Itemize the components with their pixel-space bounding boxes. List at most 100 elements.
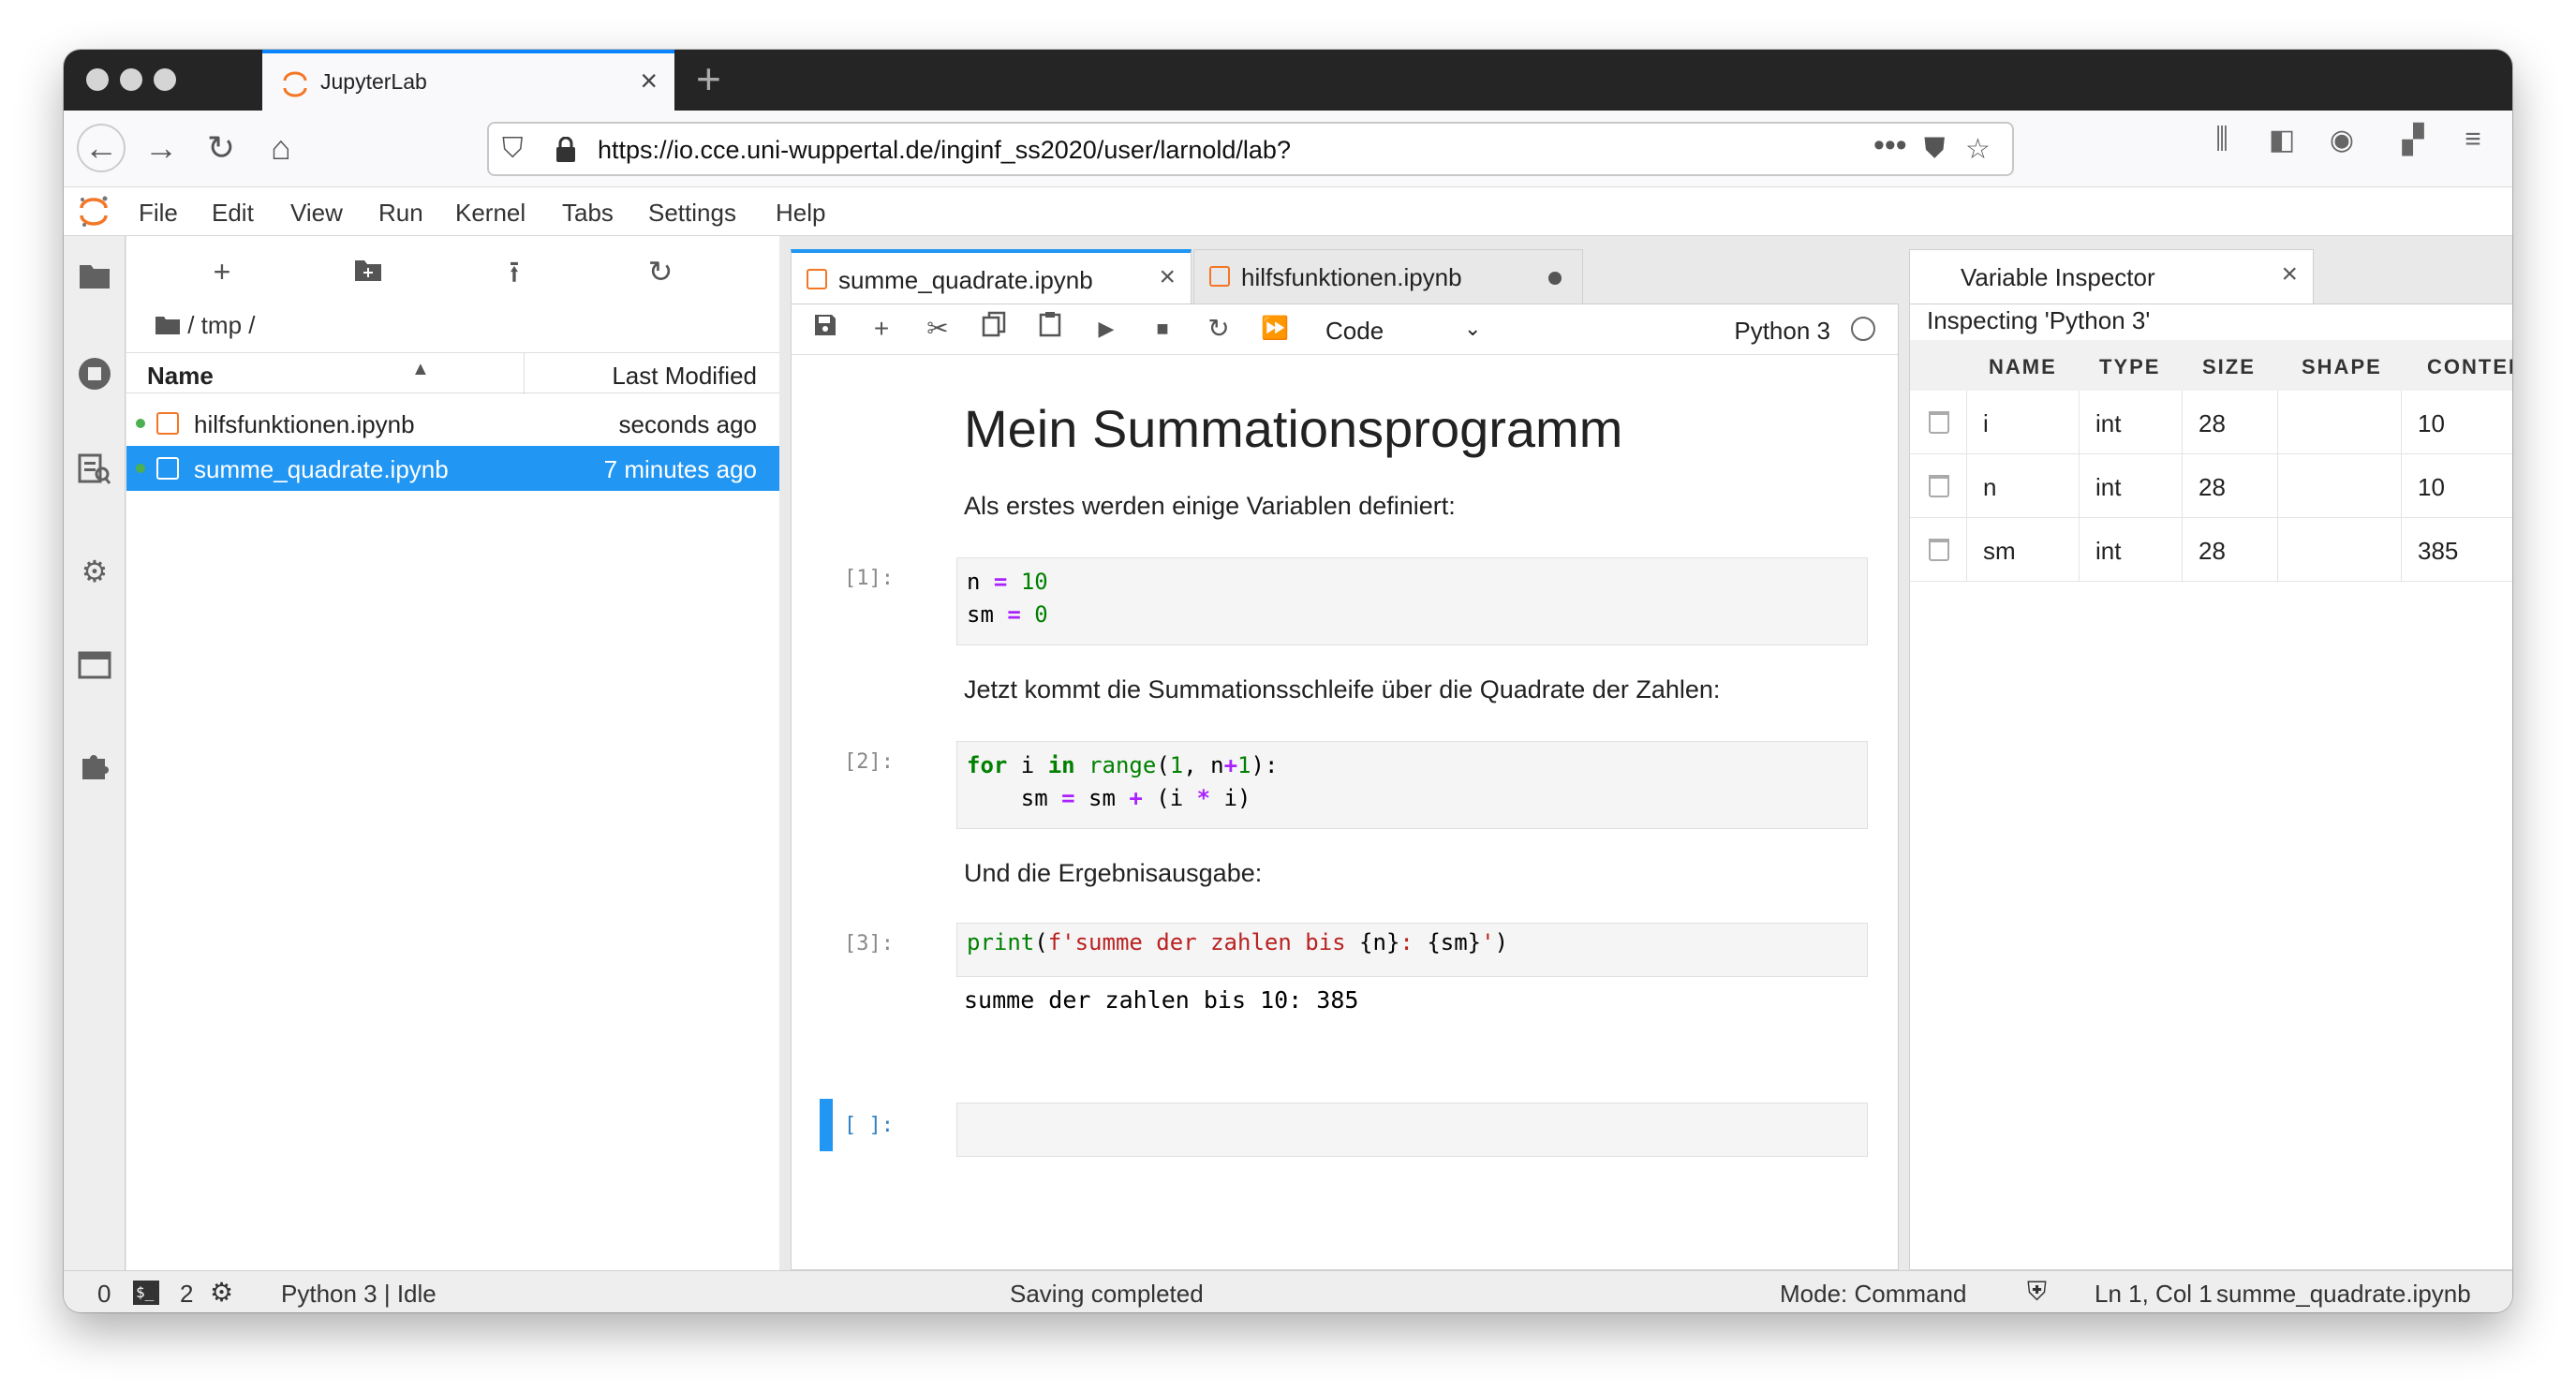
column-name[interactable]: Name bbox=[147, 362, 214, 391]
terminal-icon[interactable]: $_ bbox=[133, 1281, 159, 1305]
notebook-area: summe_quadrate.ipynb × hilfsfunktionen.i… bbox=[791, 236, 1899, 1270]
table-row[interactable]: sm int 28 385 bbox=[1910, 518, 2512, 582]
code-cell-3[interactable]: print(f'summe der zahlen bis {n}: {sm}') bbox=[956, 923, 1868, 977]
new-launcher-plus-icon[interactable]: + bbox=[201, 251, 243, 292]
cut-scissors-icon[interactable]: ✂ bbox=[919, 310, 956, 348]
code-cell-1[interactable]: n = 10 sm = 0 bbox=[956, 557, 1868, 645]
mode-indicator[interactable]: Mode: Command bbox=[1780, 1280, 1966, 1309]
input-prompt: [1]: bbox=[844, 567, 894, 590]
delete-trash-icon[interactable] bbox=[1929, 539, 1949, 561]
browser-window: JupyterLab × + ← → ↻ ⌂ ⛉ https://io.cce.… bbox=[64, 50, 2512, 1312]
breadcrumb[interactable]: / tmp / bbox=[155, 311, 255, 340]
menu-kernel[interactable]: Kernel bbox=[455, 199, 526, 228]
menu-settings[interactable]: Settings bbox=[648, 199, 736, 228]
cursor-position[interactable]: Ln 1, Col 1 bbox=[2095, 1280, 2213, 1309]
markdown-cell[interactable]: Und die Ergebnisausgabe: bbox=[964, 859, 1262, 888]
tab-variable-inspector[interactable]: Variable Inspector × bbox=[1909, 249, 2314, 304]
running-kernels-icon[interactable] bbox=[76, 356, 113, 393]
shield-icon[interactable]: ⛉ bbox=[502, 133, 524, 165]
fast-forward-icon[interactable]: ⏩ bbox=[1256, 310, 1294, 348]
inspector-subtitle: Inspecting 'Python 3' bbox=[1927, 306, 2151, 334]
extension-puzzle-icon[interactable] bbox=[76, 749, 113, 787]
trusted-shield-icon[interactable]: ⛨ bbox=[2027, 1277, 2047, 1308]
sidebar-icon[interactable]: ◧ bbox=[2261, 124, 2302, 156]
menu-edit[interactable]: Edit bbox=[212, 199, 254, 228]
extensions-icon[interactable]: ▞ bbox=[2392, 124, 2434, 156]
input-prompt: [2]: bbox=[844, 750, 894, 774]
jupyter-menu-bar: File Edit View Run Kernel Tabs Settings … bbox=[64, 187, 2512, 236]
code-cell-empty[interactable] bbox=[956, 1103, 1868, 1157]
header-size: SIZE bbox=[2202, 355, 2256, 378]
browser-nav-bar: ← → ↻ ⌂ ⛉ https://io.cce.uni-wuppertal.d… bbox=[64, 111, 2512, 187]
folder-icon[interactable] bbox=[76, 260, 113, 298]
kernel-chip-icon[interactable]: ⚙ bbox=[210, 1277, 233, 1308]
markdown-text: Und die Ergebnisausgabe: bbox=[964, 859, 1263, 887]
file-row-selected[interactable]: summe_quadrate.ipynb 7 minutes ago bbox=[126, 446, 779, 491]
kernel-count[interactable]: 2 bbox=[180, 1280, 193, 1309]
delete-trash-icon[interactable] bbox=[1929, 475, 1949, 497]
more-icon[interactable]: ••• bbox=[1873, 127, 1907, 164]
stop-square-icon[interactable]: ■ bbox=[1144, 310, 1181, 348]
variable-inspector-panel: Variable Inspector × Inspecting 'Python … bbox=[1909, 236, 2512, 1270]
table-row[interactable]: i int 28 10 bbox=[1910, 391, 2512, 454]
new-folder-icon[interactable] bbox=[348, 251, 389, 292]
menu-view[interactable]: View bbox=[290, 199, 343, 228]
markdown-cell[interactable]: Jetzt kommt die Summationsschleife über … bbox=[964, 675, 1720, 704]
bookmark-star-icon[interactable]: ☆ bbox=[1965, 133, 1991, 166]
menu-help[interactable]: Help bbox=[776, 199, 825, 228]
paste-clipboard-icon[interactable] bbox=[1031, 310, 1069, 348]
reload-icon[interactable]: ↻ bbox=[197, 124, 245, 172]
account-icon[interactable]: ◉ bbox=[2321, 124, 2362, 156]
cell-output: summe der zahlen bis 10: 385 bbox=[964, 986, 1359, 1014]
notebook-heading: Mein Summationsprogramm bbox=[964, 399, 1623, 458]
tab-summe-quadrate[interactable]: summe_quadrate.ipynb × bbox=[791, 249, 1192, 304]
restart-kernel-icon[interactable]: ↻ bbox=[1200, 310, 1237, 348]
cell-type-dropdown[interactable]: Code ⌄ bbox=[1325, 317, 1481, 346]
home-icon[interactable]: ⌂ bbox=[257, 124, 305, 172]
command-palette-icon[interactable] bbox=[76, 453, 113, 491]
forward-arrow-icon[interactable]: → bbox=[137, 124, 185, 172]
terminal-count[interactable]: 0 bbox=[97, 1280, 111, 1309]
window-close-button[interactable] bbox=[86, 68, 109, 91]
column-last-modified[interactable]: Last Modified bbox=[612, 362, 757, 391]
kernel-status[interactable]: Python 3 | Idle bbox=[281, 1280, 437, 1309]
back-arrow-icon[interactable]: ← bbox=[77, 124, 126, 172]
menu-run[interactable]: Run bbox=[378, 199, 423, 228]
close-tab-icon[interactable]: × bbox=[1159, 261, 1176, 293]
new-tab-icon[interactable]: + bbox=[696, 53, 721, 104]
library-icon[interactable]: ⫼ bbox=[2201, 124, 2243, 155]
run-play-icon[interactable]: ▶ bbox=[1088, 310, 1125, 348]
table-row[interactable]: n int 28 10 bbox=[1910, 454, 2512, 518]
sort-ascending-icon[interactable]: ▲ bbox=[411, 359, 430, 380]
var-size: 28 bbox=[2198, 473, 2226, 501]
code-cell-2[interactable]: for i in range(1, n+1): sm = sm + (i * i… bbox=[956, 741, 1868, 829]
refresh-icon[interactable]: ↻ bbox=[640, 251, 681, 292]
pocket-icon[interactable]: ⛊ bbox=[1924, 133, 1946, 165]
hamburger-menu-icon[interactable]: ≡ bbox=[2452, 124, 2494, 155]
var-name: n bbox=[1983, 473, 1997, 501]
property-inspector-gears-icon[interactable]: ⚙ bbox=[76, 553, 113, 590]
menu-file[interactable]: File bbox=[139, 199, 178, 228]
menu-tabs[interactable]: Tabs bbox=[562, 199, 614, 228]
markdown-heading-cell[interactable]: Mein Summationsprogramm bbox=[964, 398, 1622, 459]
kernel-name[interactable]: Python 3 bbox=[1734, 317, 1830, 346]
save-icon[interactable] bbox=[807, 310, 844, 348]
close-tab-icon[interactable]: × bbox=[2281, 259, 2298, 290]
notebook-icon bbox=[807, 269, 827, 289]
window-minimize-button[interactable] bbox=[120, 68, 142, 91]
open-tabs-icon[interactable] bbox=[76, 650, 113, 688]
insert-cell-plus-icon[interactable]: + bbox=[863, 310, 900, 348]
copy-icon[interactable] bbox=[975, 310, 1013, 348]
delete-trash-icon[interactable] bbox=[1929, 411, 1949, 434]
window-zoom-button[interactable] bbox=[154, 68, 176, 91]
close-tab-icon[interactable]: × bbox=[640, 64, 658, 98]
input-prompt: [ ]: bbox=[844, 1114, 894, 1137]
file-row[interactable]: hilfsfunktionen.ipynb seconds ago bbox=[126, 401, 779, 446]
breadcrumb-folder-icon bbox=[155, 317, 180, 334]
tab-hilfsfunktionen[interactable]: hilfsfunktionen.ipynb bbox=[1193, 249, 1583, 304]
browser-tab[interactable]: JupyterLab × bbox=[262, 50, 674, 111]
markdown-cell[interactable]: Als erstes werden einige Variablen defin… bbox=[964, 492, 1456, 521]
url-bar[interactable]: ⛉ https://io.cce.uni-wuppertal.de/inginf… bbox=[487, 122, 2014, 176]
upload-icon[interactable]: ⭱ bbox=[494, 251, 535, 292]
left-activity-bar: ⚙ bbox=[64, 236, 126, 1270]
